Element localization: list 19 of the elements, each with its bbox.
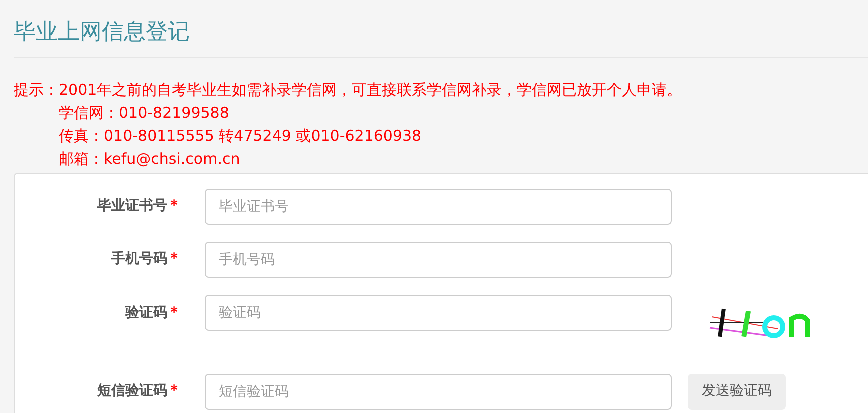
field-label: 短信验证码 — [98, 383, 168, 400]
input-field[interactable]: 验证码 — [205, 294, 672, 331]
notice-label: 提示： — [14, 80, 59, 101]
notice-text: 传真：010-80115555 转475249 或010-62160938 — [59, 126, 423, 147]
notice-text: 学信网：010-82199588 — [59, 102, 230, 124]
page-title: 毕业上网信息登记 — [14, 0, 868, 58]
required-mark: * — [170, 383, 178, 400]
notice-text: 2001年之前的自考毕业生如需补录学信网，可直接联系学信网补录，学信网已放开个人申请。 — [59, 80, 682, 101]
input-field[interactable]: 手机号码 — [205, 242, 672, 278]
input-field[interactable]: 短信验证码 — [205, 374, 672, 410]
required-mark: * — [170, 251, 178, 268]
field-label: 验证码 — [126, 304, 168, 321]
send-code-button[interactable]: 发送验证码 — [688, 374, 786, 410]
notice-text: 邮箱：kefu@chsi.com.cn — [59, 148, 242, 170]
field-label: 手机号码 — [112, 251, 168, 268]
required-mark: * — [170, 304, 178, 321]
input-field[interactable]: 毕业证书号 — [205, 188, 672, 225]
required-mark: * — [170, 198, 178, 214]
field-label: 毕业证书号 — [98, 198, 168, 214]
